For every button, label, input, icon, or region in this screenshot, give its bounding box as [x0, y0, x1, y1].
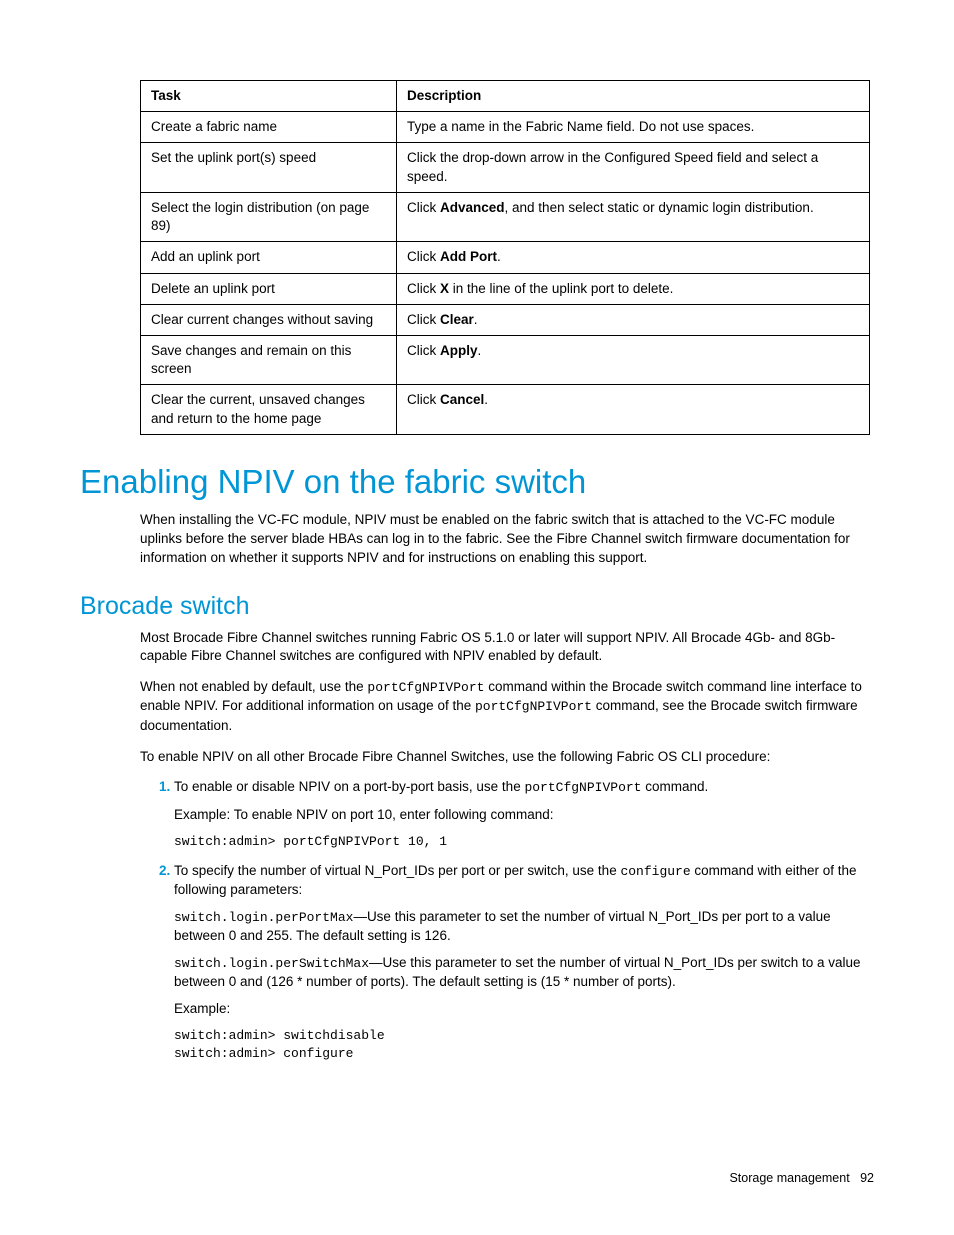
table-row: Select the login distribution (on page 8…	[141, 192, 870, 241]
header-task: Task	[141, 81, 397, 112]
paragraph: When installing the VC-FC module, NPIV m…	[140, 511, 874, 568]
table-row: Add an uplink port Click Add Port.	[141, 242, 870, 273]
task-cell: Set the uplink port(s) speed	[141, 143, 397, 192]
task-cell: Delete an uplink port	[141, 273, 397, 304]
code-block: switch:admin> switchdisable switch:admin…	[174, 1027, 874, 1062]
table-row: Delete an uplink port Click X in the lin…	[141, 273, 870, 304]
task-table: Task Description Create a fabric name Ty…	[140, 80, 870, 435]
desc-cell: Click Apply.	[397, 335, 870, 384]
task-cell: Clear current changes without saving	[141, 304, 397, 335]
table-row: Clear current changes without saving Cli…	[141, 304, 870, 335]
footer-section: Storage management	[729, 1171, 849, 1185]
desc-cell: Click X in the line of the uplink port t…	[397, 273, 870, 304]
table-row: Save changes and remain on this screen C…	[141, 335, 870, 384]
desc-cell: Click Advanced, and then select static o…	[397, 192, 870, 241]
header-desc: Description	[397, 81, 870, 112]
table-row: Create a fabric name Type a name in the …	[141, 112, 870, 143]
task-cell: Select the login distribution (on page 8…	[141, 192, 397, 241]
task-cell: Save changes and remain on this screen	[141, 335, 397, 384]
procedure-list: To enable or disable NPIV on a port-by-p…	[140, 778, 874, 1062]
example-label: Example:	[174, 1000, 874, 1019]
footer-page-number: 92	[860, 1171, 874, 1185]
heading-enabling-npiv: Enabling NPIV on the fabric switch	[80, 463, 874, 501]
heading-brocade-switch: Brocade switch	[80, 592, 874, 621]
desc-cell: Click Cancel.	[397, 385, 870, 434]
code-block: switch:admin> portCfgNPIVPort 10, 1	[174, 833, 874, 851]
desc-cell: Type a name in the Fabric Name field. Do…	[397, 112, 870, 143]
table-row: Clear the current, unsaved changes and r…	[141, 385, 870, 434]
desc-cell: Click the drop-down arrow in the Configu…	[397, 143, 870, 192]
table-row: Set the uplink port(s) speed Click the d…	[141, 143, 870, 192]
task-cell: Create a fabric name	[141, 112, 397, 143]
example-label: Example: To enable NPIV on port 10, ente…	[174, 806, 874, 825]
task-cell: Add an uplink port	[141, 242, 397, 273]
list-item: To enable or disable NPIV on a port-by-p…	[174, 778, 874, 850]
paragraph: When not enabled by default, use the por…	[140, 678, 874, 735]
paragraph: To enable NPIV on all other Brocade Fibr…	[140, 748, 874, 767]
task-cell: Clear the current, unsaved changes and r…	[141, 385, 397, 434]
paragraph: Most Brocade Fibre Channel switches runn…	[140, 629, 874, 667]
desc-cell: Click Clear.	[397, 304, 870, 335]
parameter-desc: switch.login.perSwitchMax—Use this param…	[174, 954, 874, 992]
parameter-desc: switch.login.perPortMax—Use this paramet…	[174, 908, 874, 946]
desc-cell: Click Add Port.	[397, 242, 870, 273]
page-footer: Storage management 92	[729, 1171, 874, 1185]
list-item: To specify the number of virtual N_Port_…	[174, 862, 874, 1062]
